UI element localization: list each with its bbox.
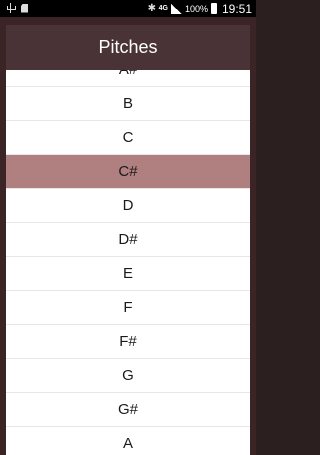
pitch-item[interactable]: G# bbox=[6, 393, 250, 427]
dialog-title: Pitches bbox=[6, 25, 250, 70]
battery-icon bbox=[210, 3, 217, 14]
pitch-item[interactable]: F bbox=[6, 291, 250, 325]
pitches-dialog: Pitches A#BCC#DD#EFF#GG#A bbox=[6, 25, 250, 455]
status-clock: 19:51 bbox=[221, 1, 252, 16]
pitch-item[interactable]: D# bbox=[6, 223, 250, 257]
pitch-item[interactable]: G bbox=[6, 359, 250, 393]
network-type-label: 4G bbox=[158, 5, 168, 12]
sd-card-icon bbox=[21, 3, 28, 13]
pitch-item[interactable]: F# bbox=[6, 325, 250, 359]
pitch-item[interactable]: E bbox=[6, 257, 250, 291]
signal-icon bbox=[170, 3, 182, 14]
bluetooth-icon: ✱ bbox=[147, 3, 156, 14]
pitch-item[interactable]: B bbox=[6, 87, 250, 121]
pitch-item[interactable]: A bbox=[6, 427, 250, 455]
usb-icon bbox=[6, 3, 16, 13]
pitch-list[interactable]: A#BCC#DD#EFF#GG#A bbox=[6, 70, 250, 455]
status-bar: ✱ 4G 100% 19:51 bbox=[0, 0, 256, 17]
pitch-item[interactable]: A# bbox=[6, 70, 250, 87]
pitch-item[interactable]: D bbox=[6, 189, 250, 223]
battery-percentage: 100% bbox=[184, 3, 208, 14]
pitch-item[interactable]: C# bbox=[6, 155, 250, 189]
pitch-item[interactable]: C bbox=[6, 121, 250, 155]
